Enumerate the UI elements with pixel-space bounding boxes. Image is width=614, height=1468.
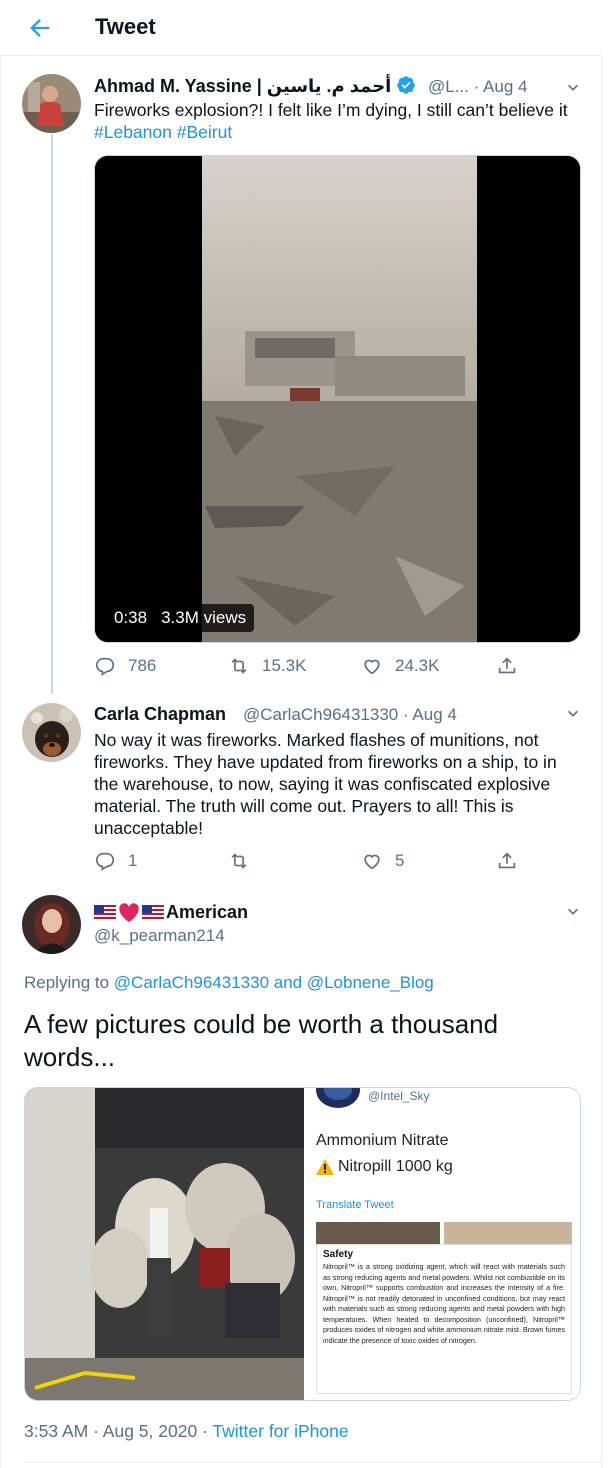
reply-icon [95,657,115,676]
author-name[interactable]: Ahmad M. Yassine | أحمد م. ياسين [94,75,416,97]
video-player[interactable] [94,155,581,643]
share-button[interactable] [496,850,518,872]
author-name[interactable]: American [94,902,248,923]
screenshot-card: @Intel_Sky Ammonium Nitrate Nitropill 10… [304,1088,580,1400]
verified-badge-icon [397,76,416,94]
video-thumbnail [95,156,580,642]
avatar[interactable] [22,74,81,133]
video-duration: 0:38 [114,608,148,627]
tweet-timestamp: 3:53 AM · Aug 5, 2020 · Twitter for iPho… [24,1421,349,1441]
author-handle[interactable]: @k_pearman214 [94,926,225,946]
mention-link[interactable]: @Lobnene_Blog [307,973,434,992]
like-button[interactable]: 5 [361,850,404,872]
reply-button[interactable]: 786 [94,655,156,677]
divider [24,1462,602,1463]
avatar[interactable] [22,895,81,954]
retweet-button[interactable]: 15.3K [228,655,306,677]
chevron-down-icon[interactable] [563,902,583,922]
tweet-text: Fireworks explosion?! I felt like I’m dy… [94,100,568,142]
retweet-icon [231,658,247,674]
author-handle-date[interactable]: @CarlaCh96431330 · Aug 4 [243,705,457,725]
avatar[interactable] [22,703,81,762]
us-flag-icon [142,905,164,920]
replying-to: Replying to @CarlaCh96431330 and @Lobnen… [24,973,434,992]
warning-icon [316,1159,334,1175]
tweet-text: A few pictures could be worth a thousand… [24,1009,499,1072]
share-icon [498,852,516,869]
red-heart-icon [119,902,139,922]
video-views: 3.3M views [161,608,247,627]
page-title: Tweet [95,14,156,39]
us-flag-icon [94,905,116,920]
thread-connector [51,134,53,694]
retweet-icon [231,853,247,869]
top-bar: Tweet [0,0,602,56]
chevron-down-icon[interactable] [563,704,583,724]
author-name[interactable]: Carla Chapman [94,704,226,725]
tweet-text: No way it was fireworks. Marked flashes … [94,730,557,838]
chevron-down-icon[interactable] [563,78,583,98]
hashtag-link[interactable]: #Beirut [177,122,232,142]
video-info-badge: 0:38 3.3M views [106,604,255,632]
warehouse-photo [25,1088,304,1400]
reply-icon [95,852,115,871]
hashtag-link[interactable]: #Lebanon [94,122,172,142]
intel-sky-logo-icon [316,1088,360,1108]
author-handle-date[interactable]: @L... · Aug 4 [428,77,527,97]
attached-image[interactable]: @Intel_Sky Ammonium Nitrate Nitropill 10… [24,1087,581,1401]
mention-link[interactable]: @CarlaCh96431330 [114,973,269,992]
share-icon [498,657,516,674]
like-icon [364,854,380,870]
source-link[interactable]: Twitter for iPhone [212,1421,348,1441]
product-photo-strip [316,1222,572,1244]
reply-button[interactable]: 1 [94,850,137,872]
like-button[interactable]: 24.3K [361,655,439,677]
share-button[interactable] [496,655,518,677]
like-icon [364,659,380,675]
retweet-button[interactable] [228,850,250,872]
back-arrow-icon[interactable] [26,14,54,42]
